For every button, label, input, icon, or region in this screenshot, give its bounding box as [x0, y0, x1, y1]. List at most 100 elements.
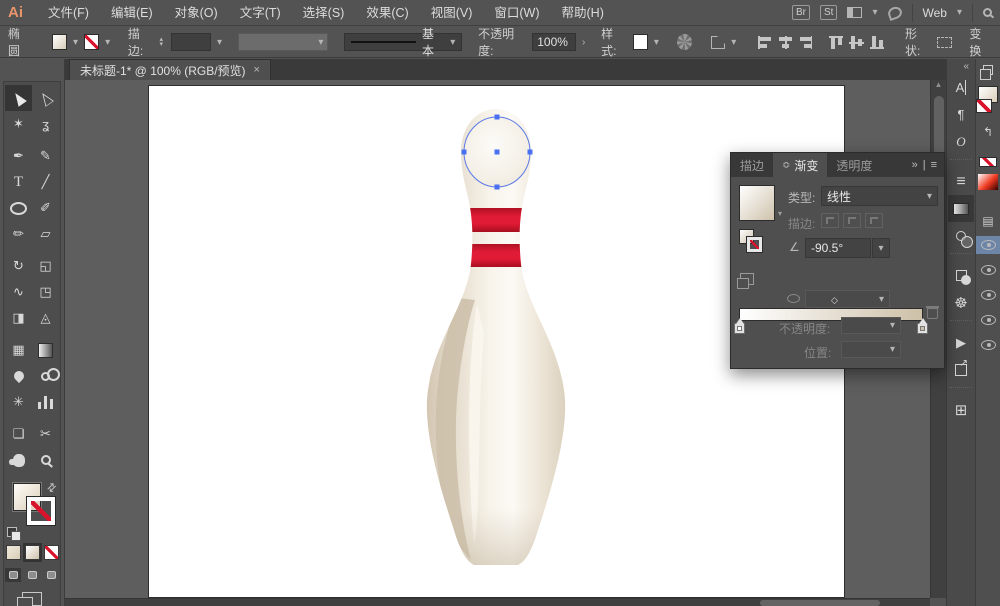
- eye-icon[interactable]: [981, 265, 996, 275]
- layer-visibility-row[interactable]: [976, 286, 1000, 304]
- vertical-scroll-thumb[interactable]: [934, 96, 944, 160]
- chevron-down-icon[interactable]: ▾: [872, 7, 877, 18]
- horizontal-scrollbar[interactable]: [65, 598, 930, 606]
- arrange-documents-icon[interactable]: [847, 7, 862, 18]
- color-button[interactable]: [6, 545, 21, 560]
- menu-effect[interactable]: 效果(C): [355, 0, 419, 26]
- layer-visibility-row[interactable]: [976, 261, 1000, 279]
- chevron-down-icon[interactable]: ▾: [105, 37, 110, 48]
- style-swatch[interactable]: [633, 34, 648, 50]
- align-left-icon[interactable]: [758, 36, 772, 49]
- panel-gradient[interactable]: [948, 195, 974, 222]
- eye-icon[interactable]: [981, 240, 996, 250]
- brush-definition-dropdown[interactable]: 基本▾: [344, 33, 462, 51]
- paintbrush-tool[interactable]: ✐: [32, 195, 59, 221]
- mini-stroke-swatch[interactable]: [747, 237, 762, 252]
- eye-icon[interactable]: [981, 290, 996, 300]
- mesh-tool[interactable]: ▦: [5, 337, 32, 363]
- menu-window[interactable]: 窗口(W): [483, 0, 550, 26]
- share-icon[interactable]: [886, 4, 903, 20]
- panel-paragraph[interactable]: ¶: [948, 101, 974, 128]
- blend-tool[interactable]: [32, 363, 59, 389]
- gradient-type-dropdown[interactable]: 线性 ▾: [821, 186, 938, 206]
- selection-tool[interactable]: [5, 85, 32, 111]
- draw-inside-button[interactable]: [43, 568, 59, 582]
- gradient-stop-left[interactable]: [734, 323, 745, 334]
- gradient-tool[interactable]: [32, 337, 59, 363]
- align-right-icon[interactable]: [798, 36, 812, 49]
- style-label[interactable]: 样式:: [601, 25, 627, 60]
- align-center-icon[interactable]: [778, 36, 792, 49]
- reverse-gradient-icon[interactable]: [740, 273, 754, 285]
- document-setup-icon[interactable]: [711, 36, 725, 49]
- tab-gradient[interactable]: ≎ 渐变: [773, 153, 827, 177]
- artboard-tool[interactable]: ❏: [5, 421, 32, 447]
- panel-transparency[interactable]: [948, 222, 974, 249]
- panel-actions[interactable]: ▶: [948, 329, 974, 356]
- menu-select[interactable]: 选择(S): [292, 0, 356, 26]
- document-tab[interactable]: 未标题-1* @ 100% (RGB/预览) ×: [69, 59, 271, 80]
- layers-list-icon[interactable]: ▤: [982, 213, 993, 229]
- line-segment-tool[interactable]: ╱: [32, 169, 59, 195]
- layer-visibility-row[interactable]: [976, 236, 1000, 254]
- shaper-tool[interactable]: ✏: [5, 221, 32, 247]
- expand-panel-icon[interactable]: »: [912, 159, 918, 171]
- gradient-thumbnail[interactable]: [739, 185, 775, 221]
- horizontal-scroll-thumb[interactable]: [760, 600, 880, 606]
- transform-label[interactable]: 变换: [969, 25, 992, 60]
- menu-object[interactable]: 对象(O): [164, 0, 229, 26]
- stroke-weight-field[interactable]: [171, 33, 211, 51]
- fill-color-swatch[interactable]: [52, 34, 67, 50]
- panel-artboards[interactable]: ⊞: [948, 396, 974, 423]
- draw-normal-button[interactable]: [5, 568, 21, 582]
- align-middle-icon[interactable]: [849, 36, 863, 49]
- align-top-icon[interactable]: [829, 36, 843, 49]
- menu-file[interactable]: 文件(F): [37, 0, 100, 26]
- fill-stroke-preview[interactable]: [978, 86, 998, 103]
- menu-help[interactable]: 帮助(H): [551, 0, 615, 26]
- bridge-button[interactable]: Br: [792, 5, 810, 20]
- bowling-pin-artwork[interactable]: [425, 108, 567, 566]
- panel-opentype[interactable]: O: [948, 128, 974, 155]
- gradient-stop-right[interactable]: [917, 323, 928, 334]
- chevron-down-icon[interactable]: ▾: [957, 7, 962, 18]
- magic-wand-tool[interactable]: ✶: [5, 111, 32, 137]
- gradient-midpoint-handle[interactable]: ◇: [831, 295, 838, 306]
- collapse-dock-icon[interactable]: «: [957, 59, 975, 74]
- shape-builder-tool[interactable]: ◨: [5, 305, 32, 331]
- stroke-proxy[interactable]: [27, 497, 55, 525]
- gradient-fill-stroke-proxy[interactable]: [739, 229, 769, 259]
- duplicate-icon[interactable]: [983, 65, 993, 75]
- opacity-label[interactable]: 不透明度:: [478, 25, 526, 60]
- scale-tool[interactable]: ◱: [32, 253, 59, 279]
- tab-stroke[interactable]: 描边: [731, 153, 773, 177]
- symbol-sprayer-tool[interactable]: ✳: [5, 389, 32, 415]
- rotate-tool[interactable]: ↻: [5, 253, 32, 279]
- screen-mode-button[interactable]: [22, 592, 42, 606]
- opacity-field[interactable]: 100%: [532, 33, 576, 51]
- align-bottom-icon[interactable]: [870, 36, 884, 49]
- menu-view[interactable]: 视图(V): [420, 0, 484, 26]
- stroke-weight-label[interactable]: 描边:: [128, 25, 154, 60]
- slice-tool[interactable]: ✂: [32, 421, 59, 447]
- lasso-tool[interactable]: ʓ: [32, 111, 59, 137]
- panel-asset-export[interactable]: [948, 356, 974, 383]
- swap-fill-stroke-icon[interactable]: ⇄: [44, 480, 60, 496]
- stock-button[interactable]: St: [820, 5, 837, 20]
- panel-menu-icon[interactable]: ≡: [931, 159, 937, 171]
- stroke-weight-stepper[interactable]: ▴▾: [159, 37, 163, 47]
- eye-icon[interactable]: [981, 315, 996, 325]
- eraser-tool[interactable]: ▱: [32, 221, 59, 247]
- panel-stroke[interactable]: ≡: [948, 168, 974, 195]
- panel-graphic-styles[interactable]: ☸: [948, 289, 974, 316]
- layer-visibility-row[interactable]: [976, 336, 1000, 354]
- shape-properties-icon[interactable]: [937, 37, 952, 48]
- shape-label[interactable]: 形状:: [905, 25, 931, 60]
- close-icon[interactable]: ×: [254, 64, 260, 76]
- angle-dropdown-button[interactable]: ▾: [872, 238, 890, 258]
- recolor-artwork-icon[interactable]: [677, 34, 692, 50]
- return-arrow-icon[interactable]: ↰: [983, 124, 993, 140]
- menu-type[interactable]: 文字(T): [229, 0, 292, 26]
- chevron-down-icon[interactable]: ▾: [778, 209, 782, 218]
- hand-tool[interactable]: [5, 447, 32, 473]
